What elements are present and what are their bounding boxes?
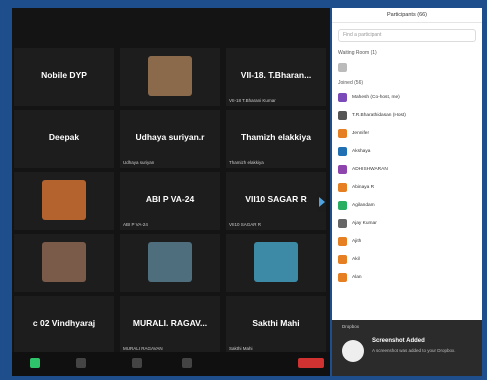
- participants-panel: Participants (66) Find a participant Wai…: [332, 8, 482, 376]
- avatar: [338, 92, 347, 102]
- participant-row[interactable]: Akshaya: [332, 142, 482, 160]
- participant-video: [148, 56, 192, 96]
- participant-row[interactable]: Alan: [332, 268, 482, 286]
- end-meeting-button[interactable]: [298, 358, 324, 368]
- avatar: [338, 218, 347, 228]
- joined-header[interactable]: Joined (56): [332, 76, 482, 88]
- participant-tile[interactable]: Sakthi Mahi Sakthi Mahi: [226, 296, 326, 354]
- participant-name: T.R.Bharathidasan (Host): [352, 112, 406, 118]
- mute-icon[interactable]: [30, 358, 40, 368]
- meeting-top-bar: [12, 8, 330, 22]
- participant-tile[interactable]: [226, 234, 326, 292]
- window-frame: Nobile DYP VII-18. T.Bharan... VII-18 T.Bh…: [0, 0, 487, 380]
- participant-row[interactable]: Ajith: [332, 232, 482, 250]
- participant-display-name: VII-18. T.Bharan...: [240, 70, 312, 80]
- participant-tile[interactable]: [120, 234, 220, 292]
- participant-tile[interactable]: Thamizh elakkiya Thamizh elakkiya: [226, 110, 326, 168]
- participant-name: Akil: [352, 256, 360, 262]
- participant-subtitle: ABI P VA-24: [123, 222, 148, 227]
- notification-title: Screenshot Added: [372, 338, 425, 344]
- meeting-area: Nobile DYP VII-18. T.Bharan... VII-18 T.Bh…: [12, 8, 330, 376]
- participant-tile[interactable]: c 02 Vindhyaraj: [14, 296, 114, 354]
- participant-row[interactable]: ADHISHWARAN: [332, 160, 482, 178]
- avatar: [338, 200, 347, 210]
- dropbox-notification[interactable]: Dropbox Screenshot Added A screenshot wa…: [332, 320, 482, 376]
- participant-tile[interactable]: [120, 48, 220, 106]
- participant-name: Abinaya R: [352, 184, 375, 190]
- participant-subtitle: VII-18 T.Bharani Kumar: [229, 98, 276, 103]
- participant-row[interactable]: Agilandam: [332, 196, 482, 214]
- participant-tile[interactable]: MURALI. RAGAV... MURALI RAGAVAN: [120, 296, 220, 354]
- avatar: [338, 128, 347, 138]
- participant-subtitle: Udhaya suriyan: [123, 160, 155, 165]
- participant-display-name: MURALI. RAGAV...: [132, 318, 208, 328]
- participant-display-name: Udhaya suriyan.r: [135, 132, 205, 142]
- waiting-room-header[interactable]: Waiting Room (1): [332, 46, 482, 58]
- dropbox-icon: [342, 340, 364, 362]
- participant-subtitle: Sakthi Mahi: [229, 346, 253, 351]
- participant-subtitle: MURALI RAGAVAN: [123, 346, 163, 351]
- participant-row[interactable]: Mahesh (Co-host, me): [332, 88, 482, 106]
- participant-tile[interactable]: Deepak: [14, 110, 114, 168]
- participant-row[interactable]: Ajay Kumar: [332, 214, 482, 232]
- avatar: [338, 62, 347, 72]
- participant-row[interactable]: Akil: [332, 250, 482, 268]
- participant-subtitle: Thamizh elakkiya: [229, 160, 264, 165]
- participant-display-name: Thamizh elakkiya: [241, 132, 311, 142]
- waiting-participant[interactable]: [332, 58, 482, 76]
- avatar: [338, 110, 347, 120]
- participant-display-name: Nobile DYP: [41, 70, 87, 80]
- participant-display-name: ABI P VA-24: [145, 194, 195, 204]
- participant-subtitle: VII10 SAGAR R: [229, 222, 262, 227]
- participant-video: [148, 242, 192, 282]
- avatar: [338, 146, 347, 156]
- participant-video: [42, 180, 86, 220]
- next-page-arrow[interactable]: [317, 192, 326, 212]
- participant-row[interactable]: T.R.Bharathidasan (Host): [332, 106, 482, 124]
- video-icon[interactable]: [76, 358, 86, 368]
- participant-video: [254, 242, 298, 282]
- participant-display-name: Sakthi Mahi: [252, 318, 300, 328]
- participant-row[interactable]: Abinaya R: [332, 178, 482, 196]
- participant-search-input[interactable]: Find a participant: [338, 29, 476, 42]
- participant-name: Alan: [352, 274, 362, 280]
- participant-tile[interactable]: [14, 234, 114, 292]
- participant-display-name: VII10 SAGAR R: [245, 194, 307, 204]
- meeting-toolbar: [12, 352, 330, 376]
- participant-name: Jennifer: [352, 130, 370, 136]
- participant-name: Ajay Kumar: [352, 220, 377, 226]
- participant-name: ADHISHWARAN: [352, 166, 388, 172]
- participant-tile[interactable]: ABI P VA-24 ABI P VA-24: [120, 172, 220, 230]
- avatar: [338, 272, 347, 282]
- participant-tile[interactable]: [14, 172, 114, 230]
- avatar: [338, 254, 347, 264]
- participant-display-name: Deepak: [48, 132, 80, 142]
- participant-display-name: c 02 Vindhyaraj: [32, 318, 96, 328]
- participant-tile[interactable]: Nobile DYP: [14, 48, 114, 106]
- notification-message: A screenshot was added to your Dropbox.: [372, 348, 456, 353]
- avatar: [338, 164, 347, 174]
- participant-name: Agilandam: [352, 202, 375, 208]
- panel-title: Participants (66): [332, 8, 482, 23]
- avatar: [338, 182, 347, 192]
- participant-list: Mahesh (Co-host, me) T.R.Bharathidasan (H…: [332, 88, 482, 286]
- participant-tile[interactable]: VII-18. T.Bharan... VII-18 T.Bharani Kuma…: [226, 48, 326, 106]
- chat-icon[interactable]: [182, 358, 192, 368]
- participants-icon[interactable]: [132, 358, 142, 368]
- participant-name: Mahesh (Co-host, me): [352, 94, 400, 100]
- participant-tile[interactable]: VII10 SAGAR R VII10 SAGAR R: [226, 172, 326, 230]
- participant-name: Akshaya: [352, 148, 371, 154]
- participant-tile[interactable]: Udhaya suriyan.r Udhaya suriyan: [120, 110, 220, 168]
- notification-source: Dropbox: [342, 324, 360, 329]
- avatar: [338, 236, 347, 246]
- participant-row[interactable]: Jennifer: [332, 124, 482, 142]
- participant-video: [42, 242, 86, 282]
- participant-name: Ajith: [352, 238, 362, 244]
